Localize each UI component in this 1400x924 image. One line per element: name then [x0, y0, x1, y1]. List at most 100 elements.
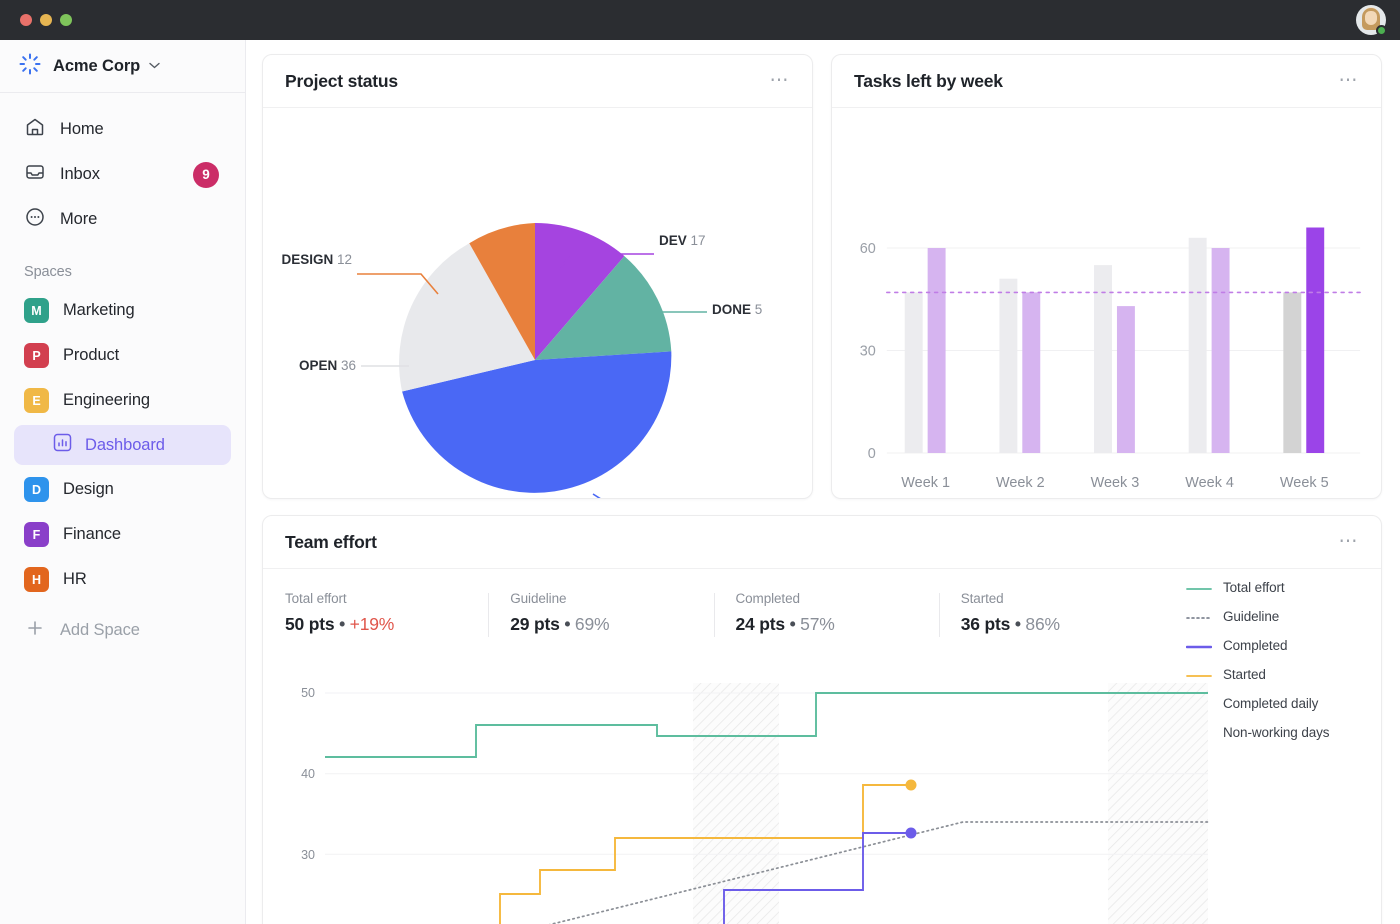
- bar-groups: [905, 228, 1324, 454]
- sidebar-item-dashboard-label: Dashboard: [85, 436, 165, 455]
- sidebar-item-product[interactable]: P Product: [14, 333, 231, 378]
- bar-week5-current[interactable]: [1306, 228, 1324, 454]
- stat-total-effort-points: 50 pts: [285, 614, 334, 634]
- stat-started: Started 36 pts • 86%: [939, 591, 1164, 635]
- line-endpoint-started[interactable]: [906, 780, 917, 791]
- sidebar-item-more-label: More: [60, 210, 97, 229]
- sidebar-item-engineering[interactable]: E Engineering: [14, 378, 231, 423]
- pie-label-dev: DEV 17: [659, 233, 706, 248]
- bar-y-tick-0: 0: [868, 446, 876, 462]
- card-tasks-left-title: Tasks left by week: [854, 71, 1003, 92]
- bar-y-tick-60: 60: [860, 241, 876, 257]
- add-space-button[interactable]: Add Space: [14, 608, 231, 653]
- space-avatar-design: D: [24, 477, 49, 502]
- bar-y-tick-30: 30: [860, 343, 876, 359]
- zoom-window-button[interactable]: [60, 14, 72, 26]
- presence-online-indicator: [1376, 25, 1387, 36]
- bar-week2-current[interactable]: [1022, 292, 1040, 453]
- space-avatar-product: P: [24, 343, 49, 368]
- card-tasks-left-menu-icon[interactable]: ⋯: [1339, 76, 1360, 86]
- stat-total-effort-label: Total effort: [285, 591, 488, 606]
- card-project-status-title: Project status: [285, 71, 398, 92]
- bar-week3-current[interactable]: [1117, 306, 1135, 453]
- sidebar-item-design[interactable]: D Design: [14, 467, 231, 512]
- bar-chart-svg: 0 30 60: [832, 108, 1381, 499]
- plus-icon: [24, 617, 46, 644]
- minimize-window-button[interactable]: [40, 14, 52, 26]
- stat-completed-points: 24 pts: [736, 614, 785, 634]
- dashboard-row-top: Project status ⋯: [262, 54, 1382, 499]
- bar-week2-previous[interactable]: [999, 279, 1017, 453]
- stat-started-label: Started: [961, 591, 1164, 606]
- line-y-tick-50: 50: [301, 686, 315, 700]
- spaces-section-label: Spaces: [0, 242, 245, 288]
- stat-total-effort-pct: +19%: [350, 614, 394, 634]
- legend-item-guideline[interactable]: Guideline: [1186, 602, 1381, 631]
- line-y-tick-30: 30: [301, 848, 315, 862]
- stat-started-points: 36 pts: [961, 614, 1010, 634]
- pie-slices: [399, 223, 671, 493]
- stat-total-effort-value: 50 pts • +19%: [285, 614, 488, 635]
- line-endpoint-completed[interactable]: [906, 828, 917, 839]
- card-team-effort-menu-icon[interactable]: ⋯: [1339, 537, 1360, 547]
- inbox-unread-badge: 9: [193, 162, 219, 188]
- stat-completed-sep: •: [790, 614, 796, 634]
- avatar[interactable]: [1356, 5, 1386, 35]
- stat-completed-value: 24 pts • 57%: [736, 614, 939, 635]
- pie-chart: DEV 17 DONE 5 IN PROGRESS 5 DESIGN 12 OP…: [263, 108, 812, 499]
- bar-week4-current[interactable]: [1212, 248, 1230, 453]
- nonworking-band-2: [1108, 683, 1208, 924]
- dashboard-main: Project status ⋯: [246, 40, 1400, 924]
- stat-completed-pct: 57%: [800, 614, 834, 634]
- sidebar-item-product-label: Product: [63, 346, 119, 365]
- card-tasks-left-header: Tasks left by week ⋯: [832, 55, 1381, 108]
- window-titlebar: [0, 0, 1400, 40]
- sidebar-item-home[interactable]: Home: [14, 107, 231, 152]
- team-effort-line-chart: 50 40 30 20: [263, 675, 1381, 924]
- workspace-switcher[interactable]: Acme Corp: [0, 40, 245, 93]
- sidebar-item-hr-label: HR: [63, 570, 87, 589]
- card-tasks-left: Tasks left by week ⋯ 0: [831, 54, 1382, 499]
- stat-guideline-points: 29 pts: [510, 614, 559, 634]
- sidebar-item-marketing[interactable]: M Marketing: [14, 288, 231, 333]
- add-space-label: Add Space: [60, 621, 140, 640]
- bar-week1-current[interactable]: [928, 248, 946, 453]
- sidebar-item-marketing-label: Marketing: [63, 301, 135, 320]
- primary-nav: Home Inbox 9: [0, 93, 245, 242]
- sidebar-item-finance[interactable]: F Finance: [14, 512, 231, 557]
- sidebar-item-more[interactable]: More: [14, 197, 231, 242]
- app-window: Acme Corp Home: [0, 0, 1400, 924]
- nonworking-band-1: [693, 683, 779, 924]
- sidebar-item-engineering-label: Engineering: [63, 391, 150, 410]
- bar-week3-previous[interactable]: [1094, 265, 1112, 453]
- legend-label-guideline: Guideline: [1223, 609, 1279, 624]
- stat-completed: Completed 24 pts • 57%: [714, 591, 939, 635]
- line-y-tick-40: 40: [301, 767, 315, 781]
- window-controls: [20, 14, 72, 26]
- line-y-ticks: 50 40 30 20: [301, 686, 315, 924]
- bar-chart: 0 30 60: [832, 108, 1381, 499]
- bar-week5-previous[interactable]: [1283, 292, 1301, 453]
- card-team-effort: Team effort ⋯ Total effort 50 pts •: [262, 515, 1382, 924]
- legend-label-total-effort: Total effort: [1223, 580, 1285, 595]
- close-window-button[interactable]: [20, 14, 32, 26]
- sidebar-item-hr[interactable]: H HR: [14, 557, 231, 602]
- stat-guideline: Guideline 29 pts • 69%: [488, 591, 713, 635]
- bar-y-ticks: 0 30 60: [860, 241, 876, 462]
- sidebar-item-inbox[interactable]: Inbox 9: [14, 152, 231, 197]
- card-project-status: Project status ⋯: [262, 54, 813, 499]
- stat-guideline-pct: 69%: [575, 614, 609, 634]
- legend-label-completed: Completed: [1223, 638, 1287, 653]
- team-effort-body: Total effort 50 pts • +19% Guideline: [263, 569, 1381, 924]
- bar-week4-previous[interactable]: [1189, 238, 1207, 453]
- space-avatar-finance: F: [24, 522, 49, 547]
- legend-item-total-effort[interactable]: Total effort: [1186, 573, 1381, 602]
- card-project-status-menu-icon[interactable]: ⋯: [770, 76, 791, 86]
- sidebar-item-home-label: Home: [60, 120, 104, 139]
- sidebar-item-dashboard[interactable]: Dashboard: [14, 425, 231, 465]
- stat-guideline-sep: •: [564, 614, 570, 634]
- bar-week1-previous[interactable]: [905, 292, 923, 453]
- space-avatar-marketing: M: [24, 298, 49, 323]
- bar-x-ticks: Week 1 Week 2 Week 3 Week 4 Week 5: [901, 475, 1328, 491]
- legend-item-completed[interactable]: Completed: [1186, 631, 1381, 660]
